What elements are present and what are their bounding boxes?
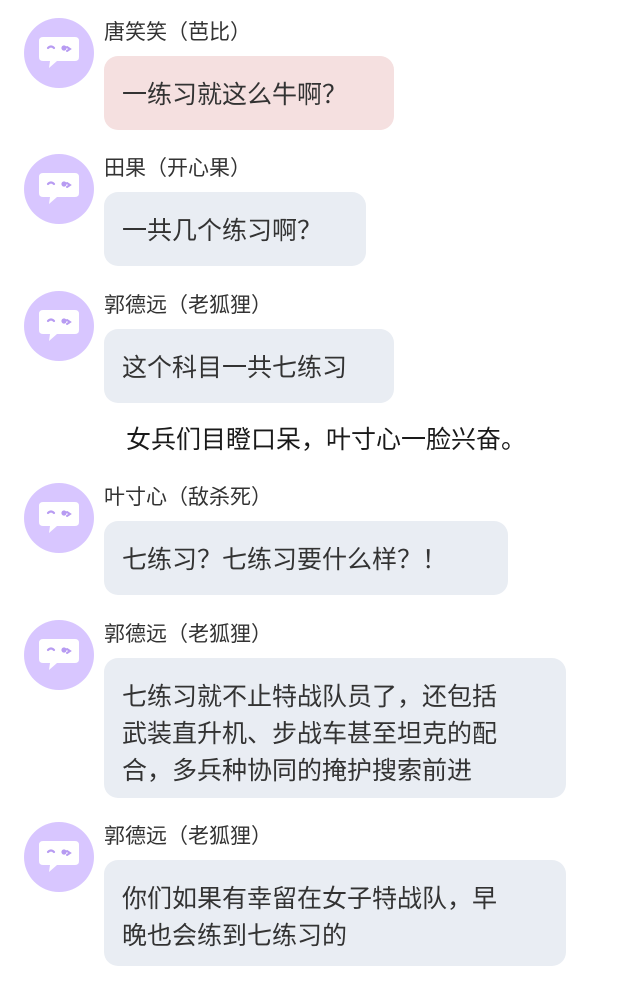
- chat-bubble-face-icon: [39, 173, 79, 204]
- avatar[interactable]: [24, 154, 94, 224]
- chat-bubble-face-icon: [39, 841, 79, 872]
- sender-name: 叶寸心（敌杀死）: [104, 485, 272, 509]
- chat-bubble-face-icon: [39, 310, 79, 341]
- chat-bubble-face-icon: [39, 639, 79, 670]
- sender-name: 田果（开心果）: [104, 156, 251, 180]
- avatar[interactable]: [24, 483, 94, 553]
- sender-name: 唐笑笑（芭比）: [104, 20, 251, 44]
- message-bubble: 七练习？七练习要什么样？！: [104, 521, 508, 595]
- message-bubble: 一练习就这么牛啊？: [104, 56, 394, 130]
- message-bubble: 七练习就不止特战队员了，还包括 武装直升机、步战车甚至坦克的配 合，多兵种协同的…: [104, 658, 566, 798]
- message-bubble: 这个科目一共七练习: [104, 329, 394, 403]
- sender-name: 郭德远（老狐狸）: [104, 824, 272, 848]
- chat-bubble-face-icon: [39, 37, 79, 68]
- avatar[interactable]: [24, 620, 94, 690]
- avatar[interactable]: [24, 18, 94, 88]
- narration-text: 女兵们目瞪口呆，叶寸心一脸兴奋。: [126, 425, 527, 454]
- chat-bubble-face-icon: [39, 502, 79, 533]
- sender-name: 郭德远（老狐狸）: [104, 622, 272, 646]
- message-bubble: 一共几个练习啊？: [104, 192, 366, 266]
- sender-name: 郭德远（老狐狸）: [104, 293, 272, 317]
- avatar[interactable]: [24, 822, 94, 892]
- avatar[interactable]: [24, 291, 94, 361]
- message-bubble: 你们如果有幸留在女子特战队，早 晚也会练到七练习的: [104, 860, 566, 966]
